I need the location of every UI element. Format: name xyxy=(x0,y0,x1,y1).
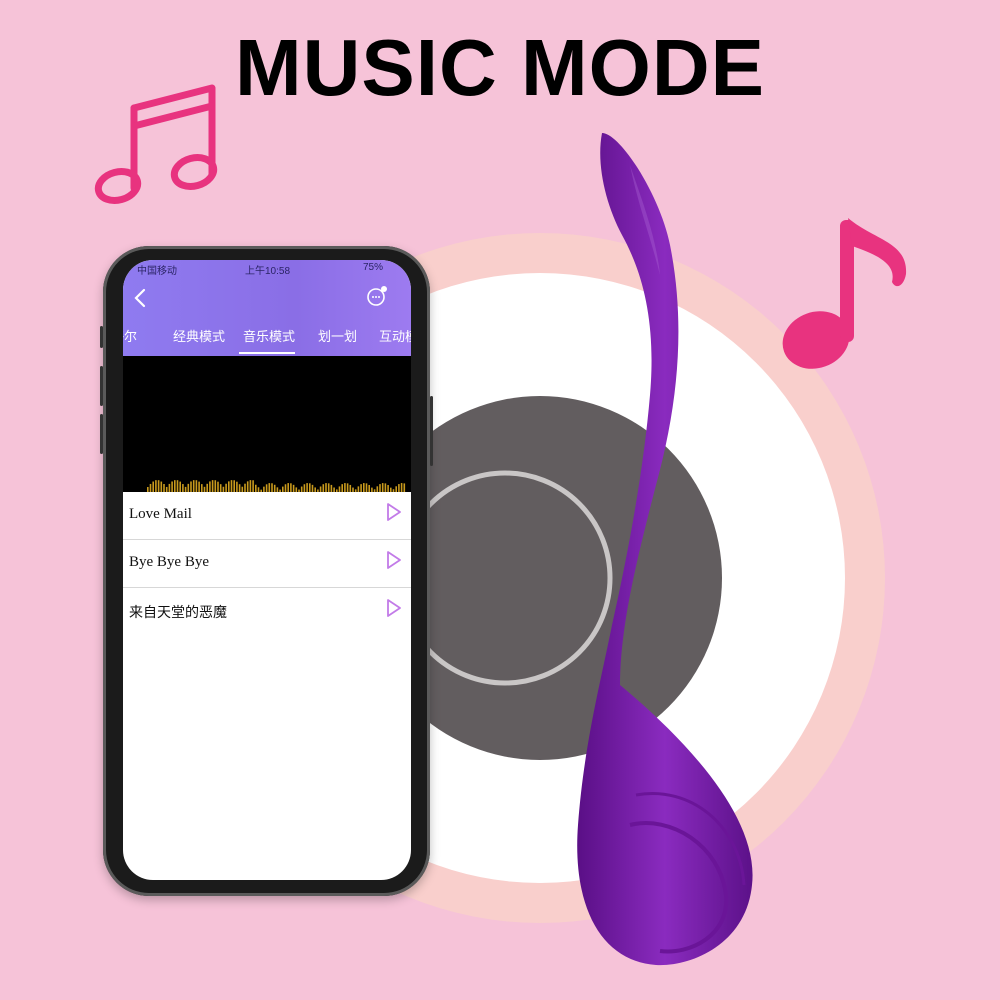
waveform-bar xyxy=(176,480,179,492)
page-title: MUSIC MODE xyxy=(235,23,765,112)
list-item[interactable]: Love Mail xyxy=(123,492,411,540)
tab-music-mode[interactable]: 音乐模式 xyxy=(243,326,295,345)
waveform-bar xyxy=(290,483,292,492)
waveform-bar xyxy=(198,481,200,492)
phone-mockup: 中国移动 上午10:58 75% 铬尔 经典模式 音乐模式 xyxy=(100,246,433,896)
tab-swipe[interactable]: 划一划 xyxy=(318,326,357,345)
audio-visualizer xyxy=(123,356,411,492)
waveform-bar xyxy=(325,483,327,492)
waveform-bar xyxy=(322,484,325,492)
tab-1[interactable]: 铬尔 xyxy=(123,326,137,345)
app-screen: 中国移动 上午10:58 75% 铬尔 经典模式 音乐模式 xyxy=(123,260,411,880)
play-triangle-icon[interactable] xyxy=(385,598,403,618)
waveform-bar xyxy=(311,484,314,492)
waveform-bar xyxy=(255,484,257,492)
eighth-note-icon xyxy=(782,218,907,369)
waveform-bar xyxy=(384,483,387,492)
waveform-bar xyxy=(292,484,295,492)
waveform-bar xyxy=(387,485,389,492)
waveform-bar xyxy=(360,484,362,492)
waveform-bar xyxy=(168,483,171,492)
active-tab-indicator xyxy=(239,352,295,354)
waveform-bar xyxy=(195,480,198,492)
carrier-label: 中国移动 xyxy=(137,266,177,277)
waveform-bar xyxy=(379,484,381,492)
waveform-bar xyxy=(268,483,271,492)
tab-classic-mode[interactable]: 经典模式 xyxy=(173,326,225,345)
waveform-bar xyxy=(238,484,241,492)
waveform-bar xyxy=(236,481,238,492)
waveform-bar xyxy=(246,481,249,492)
waveform-bar xyxy=(344,483,346,492)
waveform-bar xyxy=(182,484,184,492)
waveform-bar xyxy=(214,480,217,492)
waveform-bar xyxy=(219,484,222,492)
song-list: Love Mail Bye Bye Bye 来自天堂的恶魔 xyxy=(123,492,411,635)
waveform-bar xyxy=(171,481,173,492)
waveform-bar xyxy=(209,481,211,492)
waveform-bar xyxy=(163,484,165,492)
waveform-bar xyxy=(174,480,176,492)
waveform-bar xyxy=(287,483,289,492)
song-title: 来自天堂的恶魔 xyxy=(129,605,227,621)
waveform-bar xyxy=(365,483,368,492)
waveform-bar xyxy=(187,483,190,492)
waveform-bar xyxy=(228,481,230,492)
waveform-bar xyxy=(273,484,276,492)
waveform-bar xyxy=(217,481,219,492)
list-item[interactable]: Bye Bye Bye xyxy=(123,540,411,588)
waveform-bar xyxy=(206,483,208,492)
waveform-bar xyxy=(341,484,343,492)
waveform-bar xyxy=(211,480,214,492)
battery-label: 75% xyxy=(363,262,384,273)
waveform-bar xyxy=(327,483,330,492)
waveform-bar xyxy=(157,480,160,492)
play-triangle-icon[interactable] xyxy=(385,502,403,522)
waveform-bar xyxy=(330,484,333,492)
waveform-bar xyxy=(155,480,157,492)
chevron-left-icon xyxy=(134,288,146,308)
waveform-bar xyxy=(152,481,154,492)
waveform-bar xyxy=(349,484,352,492)
waveform-bar xyxy=(398,484,400,492)
back-button[interactable] xyxy=(131,286,151,310)
waveform-bar xyxy=(381,483,384,492)
chat-button[interactable] xyxy=(365,284,389,308)
tab-interactive-mode[interactable]: 互动模 xyxy=(379,326,411,345)
waveform-bar xyxy=(179,481,181,492)
waveform-bar xyxy=(233,480,235,492)
chat-bubble-icon xyxy=(367,286,387,306)
waveform-bar xyxy=(363,483,365,492)
song-title: Bye Bye Bye xyxy=(129,554,209,570)
waveform-bar xyxy=(201,484,203,492)
list-item[interactable]: 来自天堂的恶魔 xyxy=(123,588,411,635)
waveform-bar xyxy=(252,480,254,492)
waveform-bar xyxy=(190,481,192,492)
waveform-bar xyxy=(244,483,246,492)
waveform-bar xyxy=(265,484,268,492)
status-bar: 中国移动 上午10:58 75% xyxy=(123,262,411,277)
waveform-bar xyxy=(149,483,152,492)
waveform-bar xyxy=(346,483,349,492)
waveform-graphic xyxy=(147,480,406,492)
waveform-bar xyxy=(306,483,308,492)
mode-tabs: 铬尔 经典模式 音乐模式 划一划 互动模 xyxy=(123,322,411,352)
waveform-bar xyxy=(249,480,252,492)
toy-product-image xyxy=(577,133,753,966)
play-triangle-icon[interactable] xyxy=(385,550,403,570)
waveform-bar xyxy=(230,480,233,492)
app-header: 中国移动 上午10:58 75% 铬尔 经典模式 音乐模式 xyxy=(123,260,411,356)
waveform-bar xyxy=(271,483,273,492)
waveform-bar xyxy=(284,484,287,492)
waveform-bar xyxy=(368,484,370,492)
waveform-bar xyxy=(309,483,311,492)
waveform-bar xyxy=(160,481,163,492)
waveform-bar xyxy=(303,484,306,492)
clock-label: 上午10:58 xyxy=(245,266,291,277)
waveform-bar xyxy=(400,483,403,492)
waveform-bar xyxy=(192,480,195,492)
waveform-bar xyxy=(225,483,227,492)
song-title: Love Mail xyxy=(129,506,192,522)
waveform-bar xyxy=(403,483,406,492)
